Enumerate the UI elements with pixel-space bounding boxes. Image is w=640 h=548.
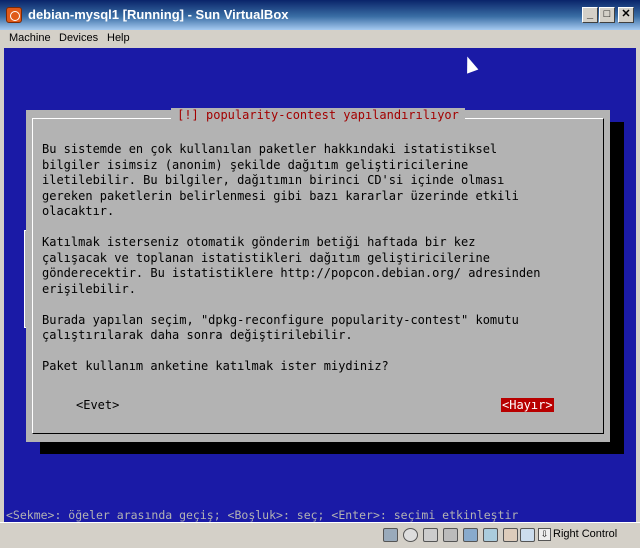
usb-icon[interactable] [443,528,458,542]
window-titlebar[interactable]: debian-mysql1 [Running] - Sun VirtualBox… [0,0,640,30]
cd-rom-icon[interactable] [403,528,418,542]
menu-devices[interactable]: Devices [59,32,98,44]
message-line [42,344,602,360]
mouse-integration-icon[interactable] [520,528,535,542]
message-line: çalışacak ve toplanan istatistikleri dağ… [42,250,490,265]
shared-folders-icon[interactable] [483,528,498,542]
message-line: gereken paketlerin belirlenmesi gibi baz… [42,188,519,203]
menu-help[interactable]: Help [107,32,130,44]
floppy-icon[interactable] [423,528,438,542]
message-line: Paket kullanım anketine katılmak ister m… [42,359,389,373]
mouse-pointer-icon [461,54,479,74]
keyboard-help-line: <Sekme>: öğeler arasında geçiş; <Boşluk>… [6,508,519,522]
message-line: Bu sistemde en çok kullanılan paketler h… [42,142,498,156]
message-line [42,220,602,236]
yes-button[interactable]: <Evet> [76,398,119,412]
network-icon[interactable] [463,528,478,542]
vm-statusbar: ⇩ Right Control [0,522,640,548]
message-line [42,297,602,313]
dialog-title: [!] popularity-contest yapılandırılıyor [26,108,610,122]
close-button[interactable]: ✕ [618,7,634,23]
dialog-message: Bu sistemde en çok kullanılan paketler h… [42,142,602,375]
maximize-button[interactable]: □ [599,7,615,23]
message-line: gönderecektir. Bu istatistiklere http://… [42,266,541,280]
message-line: Katılmak isterseniz otomatik gönderim be… [42,235,476,249]
message-line: olacaktır. [42,204,115,218]
virtualization-icon[interactable] [503,528,518,542]
debconf-dialog: [!] popularity-contest yapılandırılıyor … [26,108,610,442]
message-line: erişilebilir. [42,281,136,296]
virtualbox-icon [6,7,22,23]
window-title: debian-mysql1 [Running] - Sun VirtualBox [28,7,289,22]
message-line: iletilebilir. Bu bilgiler, dağıtımın bir… [42,173,505,187]
host-key-label: Right Control [553,528,618,540]
no-button[interactable]: <Hayır> [501,398,554,412]
minimize-button[interactable]: _ [582,7,598,23]
menubar: Machine Devices Help [0,30,640,48]
host-key-icon: ⇩ [538,528,551,541]
menu-machine[interactable]: Machine [9,32,51,44]
message-line: Burada yapılan seçim, "dpkg-reconfigure … [42,312,519,327]
vm-screen[interactable]: [!] popularity-contest yapılandırılıyor … [4,48,636,522]
message-line: bilgiler isimsiz (anonim) şekilde dağıtı… [42,157,469,172]
message-line: çalıştırılarak daha sonra değiştirilebil… [42,328,353,342]
hard-disk-icon[interactable] [383,528,398,542]
